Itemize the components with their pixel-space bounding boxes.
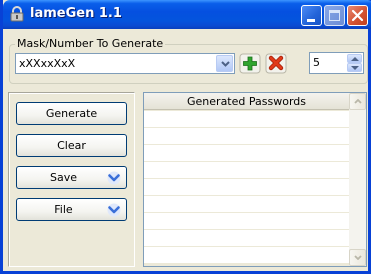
file-label: File	[54, 203, 73, 216]
chevron-down-icon	[107, 203, 121, 217]
add-mask-button[interactable]	[239, 53, 261, 74]
chevron-down-icon	[221, 61, 230, 67]
count-spinner[interactable]: 5	[309, 52, 364, 74]
table-row[interactable]	[144, 179, 349, 196]
minimize-button[interactable]	[301, 5, 322, 26]
vertical-scrollbar[interactable]	[349, 93, 366, 266]
table-row[interactable]	[144, 196, 349, 213]
app-window: lameGen 1.1 Mask/Number To Generate xXXx…	[0, 0, 371, 274]
mask-value: xXXxxXxX	[19, 57, 76, 70]
spin-down-button[interactable]	[347, 63, 362, 72]
chevron-down-icon	[351, 66, 359, 70]
maximize-icon	[329, 10, 340, 21]
clear-button[interactable]: Clear	[16, 134, 127, 157]
close-button[interactable]	[347, 5, 368, 26]
mask-group-legend: Mask/Number To Generate	[15, 37, 166, 50]
table-row[interactable]	[144, 111, 349, 128]
file-button[interactable]: File	[16, 198, 127, 221]
passwords-grid[interactable]: Generated Passwords	[143, 92, 367, 267]
chevron-up-icon	[351, 57, 359, 61]
maximize-button[interactable]	[324, 5, 345, 26]
minimize-icon	[307, 19, 315, 22]
remove-mask-button[interactable]	[265, 53, 287, 74]
scroll-up-button[interactable]	[349, 93, 366, 110]
save-button[interactable]: Save	[16, 166, 127, 189]
save-label: Save	[49, 171, 77, 184]
combo-dropdown-button[interactable]	[216, 55, 233, 72]
arrow-up-icon	[354, 99, 362, 104]
mask-combobox[interactable]: xXXxxXxX	[15, 53, 235, 74]
table-row[interactable]	[144, 230, 349, 247]
generate-button[interactable]: Generate	[16, 102, 127, 125]
arrow-down-icon	[354, 255, 362, 260]
count-value: 5	[313, 56, 320, 69]
generate-label: Generate	[45, 107, 98, 120]
window-title: lameGen 1.1	[30, 6, 122, 21]
table-row[interactable]	[144, 213, 349, 230]
table-row[interactable]	[144, 128, 349, 145]
clear-label: Clear	[57, 139, 86, 152]
table-row[interactable]	[144, 145, 349, 162]
green-plus-icon	[239, 53, 261, 74]
title-bar[interactable]: lameGen 1.1	[3, 0, 371, 29]
grid-body	[144, 111, 349, 266]
scroll-down-button[interactable]	[349, 249, 366, 266]
column-header-generated-passwords[interactable]: Generated Passwords	[144, 93, 349, 110]
padlock-icon	[9, 6, 25, 22]
close-icon	[351, 9, 364, 22]
chevron-down-icon	[107, 171, 121, 185]
table-row[interactable]	[144, 162, 349, 179]
red-x-icon	[265, 53, 287, 74]
spin-up-button[interactable]	[347, 54, 362, 63]
table-row[interactable]	[144, 247, 349, 264]
